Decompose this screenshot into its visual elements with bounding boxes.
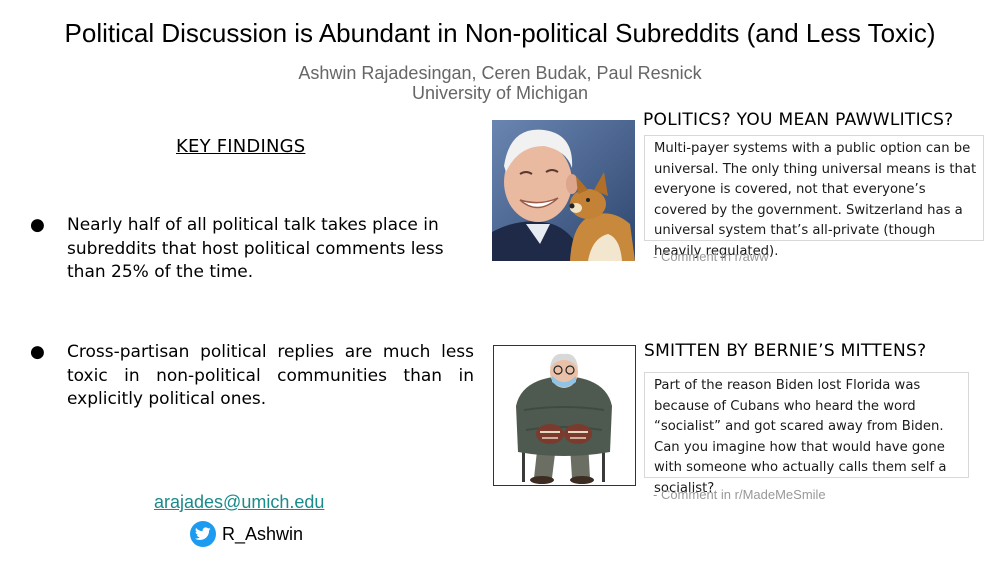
author-names: Ashwin Rajadesingan, Ceren Budak, Paul R… — [298, 63, 702, 83]
photo-man-with-dog-illustration — [492, 120, 635, 261]
photo-seated-man-illustration — [494, 346, 635, 485]
twitter-contact[interactable]: R_Ashwin — [190, 521, 303, 547]
twitter-handle: R_Ashwin — [222, 523, 304, 544]
comment-source: - Comment in r/aww — [653, 249, 769, 264]
example-heading: SMITTEN BY BERNIE’S MITTENS? — [644, 341, 927, 361]
comment-source: - Comment in r/MadeMeSmile — [653, 487, 826, 502]
affiliation: University of Michigan — [411, 83, 589, 103]
photo-man-with-dog — [492, 120, 635, 261]
finding-text: Cross-partisan political replies are muc… — [67, 342, 474, 409]
email-link[interactable]: arajades@umich.edu — [154, 492, 324, 513]
finding-item: ● Nearly half of all political talk take… — [30, 214, 475, 289]
twitter-bird-glyph — [195, 527, 211, 540]
finding-text: Nearly half of all political talk takes … — [67, 215, 444, 282]
comment-quote: Part of the reason Biden lost Florida wa… — [644, 372, 969, 496]
finding-item: ● Cross-partisan political replies are m… — [30, 341, 475, 416]
example-heading: POLITICS? YOU MEAN PAWWLITICS? — [643, 110, 954, 130]
key-findings-heading: KEY FINDINGS — [176, 136, 306, 157]
poster-title: Political Discussion is Abundant in Non-… — [64, 18, 936, 48]
comment-quote: Multi-payer systems with a public option… — [644, 135, 984, 259]
bullet-icon: ● — [30, 215, 45, 235]
author-block: Ashwin Rajadesingan, Ceren Budak, Paul R… — [0, 63, 1000, 103]
bullet-icon: ● — [30, 342, 45, 362]
twitter-icon — [190, 521, 216, 547]
photo-seated-man-in-mittens — [493, 345, 636, 486]
